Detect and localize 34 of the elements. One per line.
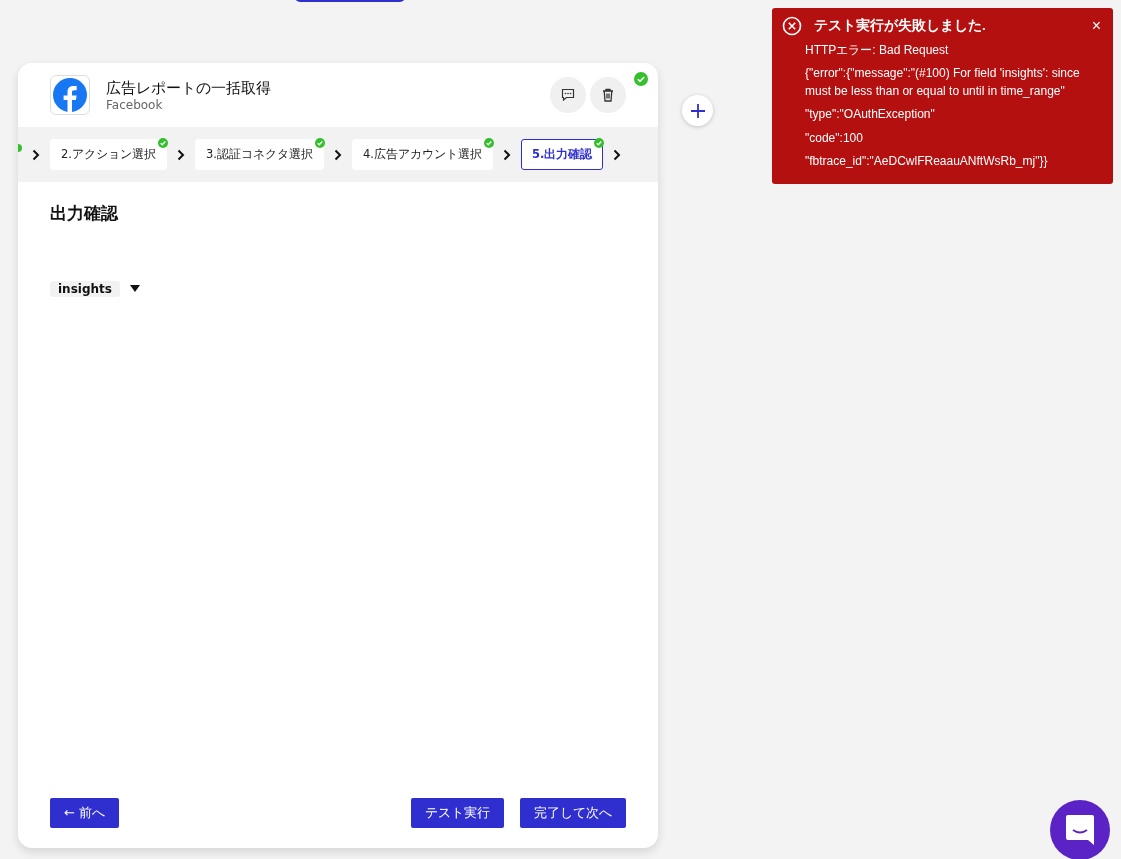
chevron-right-icon [502,148,511,161]
test-run-button[interactable]: テスト実行 [411,798,504,828]
comment-icon [561,88,575,102]
section-title: 出力確認 [50,202,120,225]
node-title: 広告レポートの一括取得 [106,78,272,98]
step-tab[interactable]: 3.認証コネクタ選択 [195,139,324,170]
delete-button[interactable] [590,77,626,113]
step-tab[interactable]: 5.出力確認 [520,139,604,170]
error-message-line: "fbtrace_id":"AeDCwlFReaauANftWsRb_mj"}} [805,152,1049,170]
chat-icon [1065,814,1095,846]
step-tab[interactable]: 4.広告アカウント選択 [351,139,493,170]
chevron-right-icon [613,148,622,161]
close-button[interactable]: × [1091,17,1101,35]
chevron-right-icon [333,148,342,161]
expand-toggle-icon[interactable] [129,285,140,293]
step-tab[interactable]: 2.アクション選択 [50,139,167,170]
error-icon [782,16,802,36]
error-message-line: {"error":{"message":"(#100) For field 'insights': since must be less than or equal to until in time_range" [805,65,1081,100]
chevron-right-icon [177,148,185,161]
error-message-line: "code":100 [805,129,864,147]
facebook-logo-icon [50,75,90,115]
chat-button[interactable] [1050,800,1110,859]
output-key: insights [50,281,120,297]
toast-title: テスト実行が失敗しました. [814,17,987,35]
chevron-right-icon [32,148,40,161]
trash-icon [602,88,614,102]
error-message-line: "type":"OAuthException" [805,106,936,124]
finish-next-button[interactable]: 完了して次へ [520,798,626,828]
comment-button[interactable] [550,77,586,113]
node-subtitle: Facebook [106,97,164,112]
add-button[interactable] [682,95,713,126]
back-button[interactable]: ← 前へ [50,798,120,828]
error-message-line: HTTPエラー: Bad Request [805,42,950,59]
plus-icon [690,103,705,118]
